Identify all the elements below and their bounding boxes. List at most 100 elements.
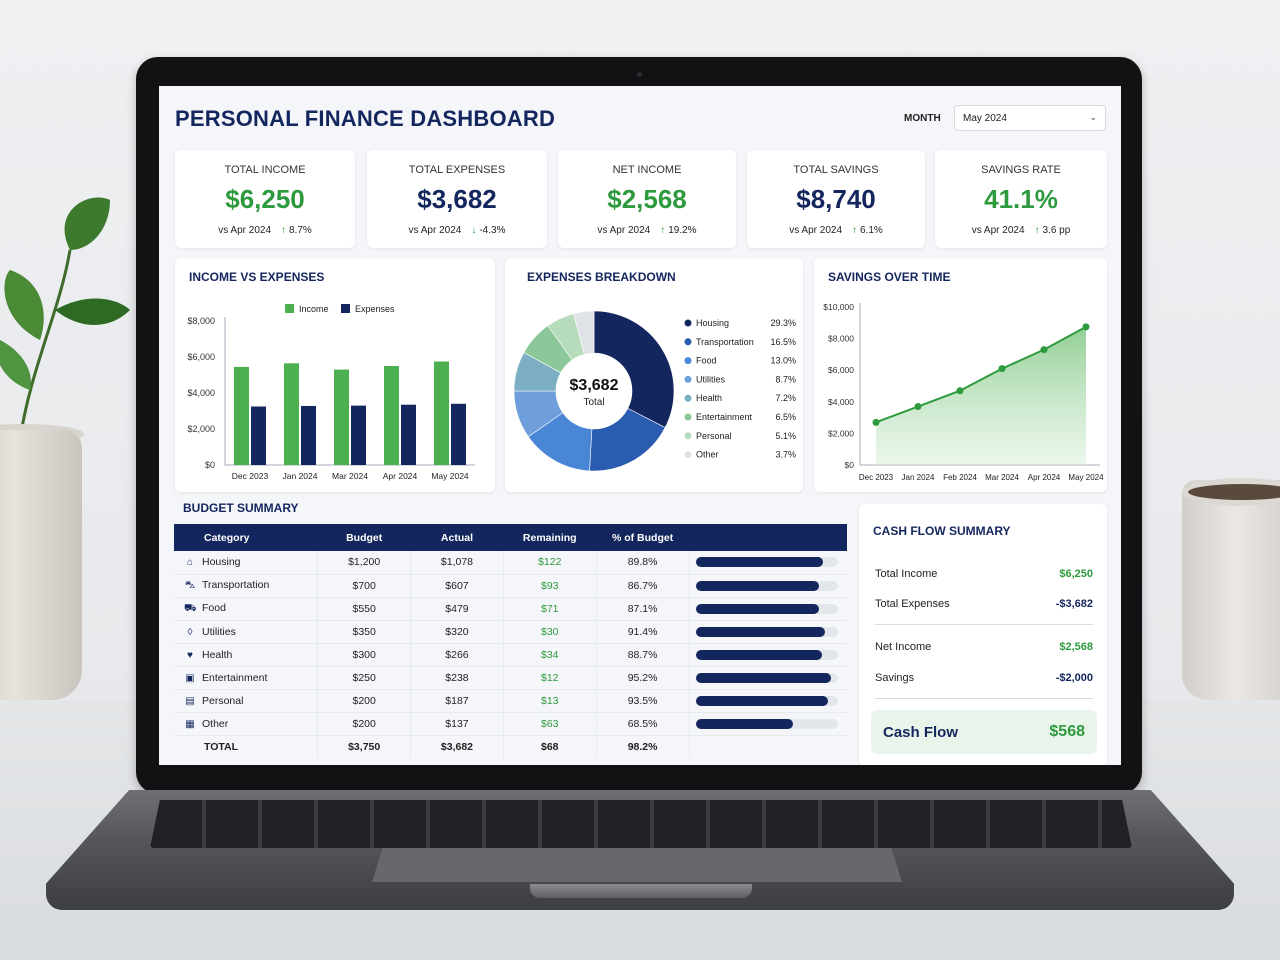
legend-label: Food	[696, 356, 717, 366]
table-row[interactable]: ▤ Personal $200 $187 $13 93.5%	[174, 689, 847, 713]
kpi-change: vs Apr 2024 ↑ 8.7%	[175, 225, 355, 236]
row-remaining: $13	[502, 689, 597, 713]
kpi-value: $6,250	[225, 184, 305, 214]
month-label: MONTH	[904, 113, 941, 124]
legend-value: 29.3%	[770, 318, 796, 328]
budget-table: Category Budget Actual Remaining % of Bu…	[174, 524, 847, 758]
category-label: Other	[202, 717, 229, 730]
slice-housing	[593, 310, 675, 428]
row-pct: 91.4%	[595, 620, 689, 644]
kpi-change: vs Apr 2024 ↑ 6.1%	[747, 225, 925, 236]
row-progress	[688, 689, 847, 713]
cf-net-income: Net Income $2,568	[875, 641, 1093, 653]
legend-label: Transportation	[696, 337, 754, 347]
kpi-label: TOTAL INCOME	[224, 164, 306, 176]
coffee-cup	[1182, 480, 1280, 700]
progress-track	[695, 557, 838, 568]
month-select[interactable]: May 2024 ⌄	[954, 105, 1106, 131]
legend-value: 13.0%	[770, 356, 796, 366]
col-budget[interactable]: Budget	[317, 524, 411, 551]
car-icon: ⛍	[184, 579, 196, 591]
chevron-down-icon: ⌄	[1089, 112, 1097, 122]
kpi-change: vs Apr 2024 ↓ -4.3%	[367, 225, 547, 236]
budget-header-row: Category Budget Actual Remaining % of Bu…	[174, 524, 847, 551]
category-label: Transportation	[202, 578, 270, 591]
savings-over-time-panel: SAVINGS OVER TIME $0 $2,000 $4,000 $6,000 $8…	[814, 258, 1107, 492]
savings-point	[872, 418, 880, 426]
y-tick-label: $4,000	[187, 388, 215, 398]
x-tick-label: Jan 2024	[902, 473, 935, 482]
legend-dot	[684, 413, 692, 421]
x-tick-label: Dec 2023	[859, 473, 894, 482]
table-row[interactable]: ▣ Entertainment $250 $238 $12 95.2%	[174, 666, 847, 690]
cf-value: -$2,000	[1055, 672, 1093, 684]
cart-icon: ⛟	[184, 602, 197, 614]
col-pct-budget[interactable]: % of Budget	[596, 524, 689, 551]
legend-dot	[684, 319, 692, 327]
expenses-breakdown-panel: EXPENSES BREAKDOWN $3,682 Total Housing 29.…	[505, 258, 803, 492]
trackpad[interactable]	[372, 848, 902, 882]
row-pct: 89.8%	[595, 551, 689, 575]
row-budget: $700	[317, 574, 411, 598]
legend-dot	[684, 338, 692, 346]
x-tick-label: Jan 2024	[283, 471, 318, 481]
total-actual: $3,682	[410, 734, 504, 758]
keyboard	[150, 800, 1132, 848]
row-budget: $200	[317, 712, 411, 736]
row-remaining: $34	[502, 643, 597, 667]
donut-center-value: $3,682	[570, 377, 619, 394]
table-row[interactable]: ⛍ Transportation $700 $607 $93 86.7%	[174, 574, 847, 598]
table-row[interactable]: ▦ Other $200 $137 $63 68.5%	[174, 712, 847, 736]
table-row[interactable]: ◊ Utilities $350 $320 $30 91.4%	[174, 620, 847, 644]
income-expenses-chart: $0 $2,000 $4,000 $6,000 $8,000 Dec 2023 Jan 20…	[187, 304, 475, 481]
category-label: Utilities	[202, 625, 236, 638]
row-actual: $320	[410, 620, 504, 644]
progress-track	[695, 580, 838, 591]
x-tick-label: Mar 2024	[332, 471, 368, 481]
table-row[interactable]: ⌂ Housing $1,200 $1,078 $122 89.8%	[174, 551, 847, 575]
row-remaining: $122	[502, 551, 597, 575]
row-remaining: $12	[502, 666, 597, 690]
y-tick-label: $10,000	[823, 302, 854, 312]
bar-expenses	[401, 404, 416, 465]
legend-label: Other	[696, 450, 719, 460]
col-actual[interactable]: Actual	[410, 524, 504, 551]
house-icon: ⌂	[186, 557, 194, 569]
legend-swatch	[341, 304, 350, 313]
row-category: ⛟ Food	[174, 597, 318, 621]
progress-fill	[695, 603, 820, 614]
progress-fill	[695, 718, 793, 729]
row-remaining: $63	[502, 712, 597, 736]
col-remaining[interactable]: Remaining	[503, 524, 597, 551]
row-pct: 95.2%	[595, 666, 689, 690]
table-row[interactable]: ♥ Health $300 $266 $34 88.7%	[174, 643, 847, 667]
legend-value: 3.7%	[775, 450, 796, 460]
y-tick-label: $0	[845, 460, 855, 470]
total-budget: $3,750	[317, 734, 411, 758]
progress-track	[695, 672, 838, 683]
row-progress	[688, 712, 847, 736]
row-pct: 93.5%	[595, 689, 689, 713]
legend-label: Income	[299, 304, 329, 314]
arrow-up-icon: ↑	[852, 225, 857, 236]
panel-title: CASH FLOW SUMMARY	[873, 524, 1011, 538]
kpi-total-savings: TOTAL SAVINGS $8,740 vs Apr 2024 ↑ 6.1%	[747, 150, 925, 248]
kpi-change-value: 8.7%	[289, 225, 312, 236]
category-label: Personal	[202, 694, 244, 707]
col-category[interactable]: Category	[174, 524, 318, 551]
cash-flow-panel: CASH FLOW SUMMARY Total Income $6,250 Tot…	[859, 504, 1107, 765]
legend-value: 16.5%	[770, 337, 796, 347]
category-label: Food	[202, 601, 226, 614]
row-progress	[688, 666, 847, 690]
table-row[interactable]: ⛟ Food $550 $479 $71 87.1%	[174, 597, 847, 621]
total-progress-empty	[688, 734, 847, 758]
legend-value: 7.2%	[775, 393, 796, 403]
income-vs-expenses-panel: INCOME VS EXPENSES $0 $2,000 $4,000 $6,000 $…	[175, 258, 495, 492]
savings-point	[998, 365, 1006, 373]
total-label: TOTAL	[174, 734, 318, 758]
progress-track	[695, 718, 838, 729]
page-title: PERSONAL FINANCE DASHBOARD	[175, 106, 556, 131]
y-tick-label: $4,000	[828, 397, 854, 407]
kpi-value: 41.1%	[984, 184, 1058, 214]
budget-summary-title: BUDGET SUMMARY	[183, 501, 299, 515]
